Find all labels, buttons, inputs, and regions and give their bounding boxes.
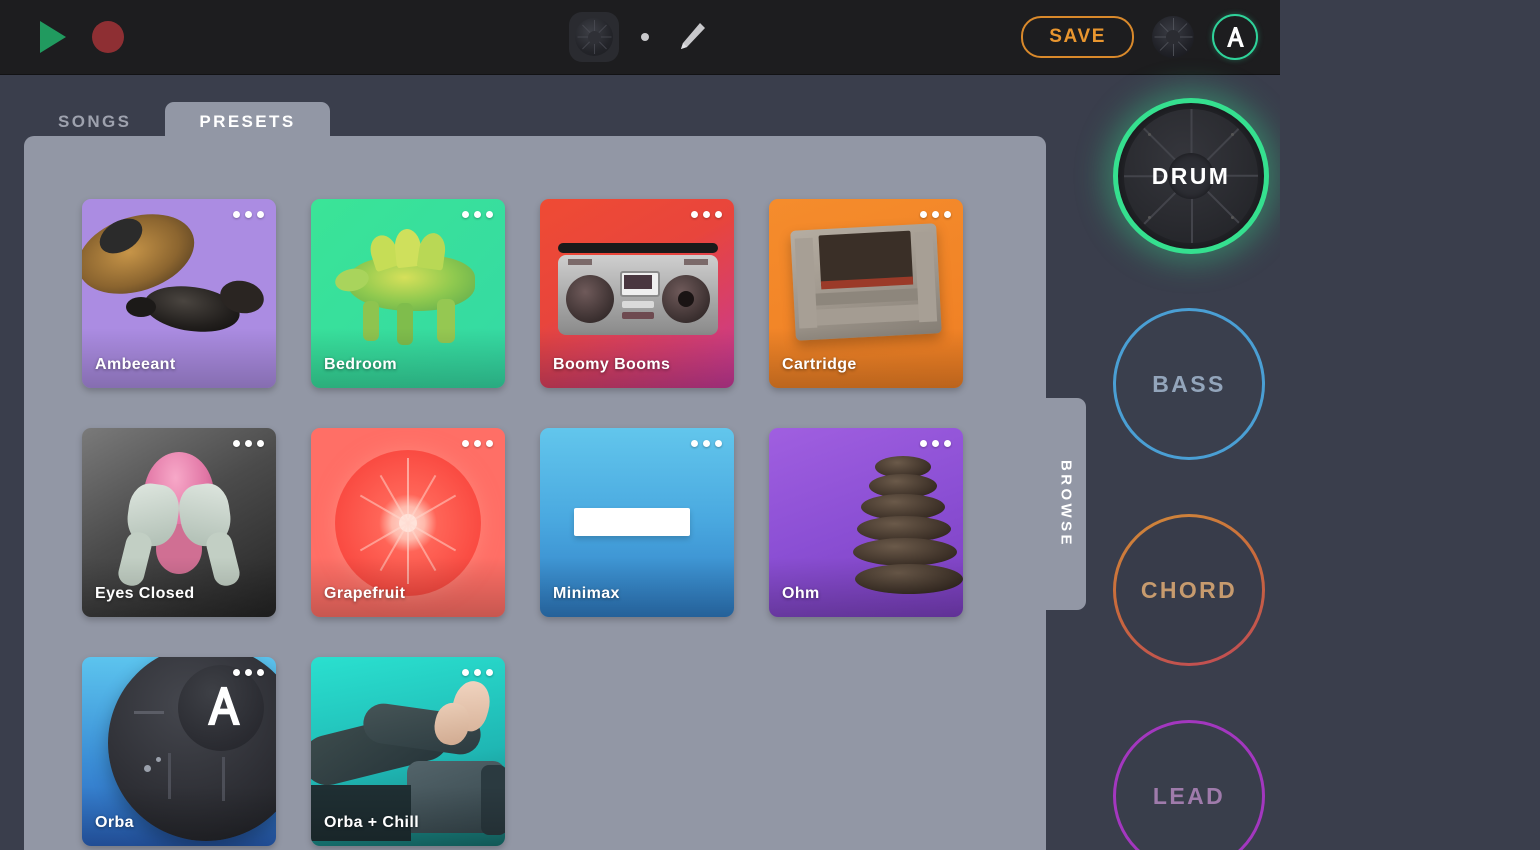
- preset-card[interactable]: Cartridge: [769, 199, 963, 388]
- preset-menu-button[interactable]: [691, 211, 722, 218]
- preset-card[interactable]: Orba + Chill: [311, 657, 505, 846]
- app-window: SAVE SONGS PRESETS BROWSE Ambeeant Bedro…: [0, 0, 1280, 850]
- preset-name: Ohm: [782, 585, 820, 602]
- preset-menu-button[interactable]: [233, 440, 264, 447]
- preset-name: Orba: [95, 814, 134, 831]
- preset-card[interactable]: Eyes Closed: [82, 428, 276, 617]
- preset-name: Minimax: [553, 585, 620, 602]
- instrument-label: LEAD: [1152, 782, 1226, 809]
- preset-menu-button[interactable]: [920, 440, 951, 447]
- preset-name: Cartridge: [782, 356, 857, 373]
- preset-menu-button[interactable]: [920, 211, 951, 218]
- browse-tab[interactable]: BROWSE: [1046, 398, 1086, 610]
- preset-menu-button[interactable]: [233, 669, 264, 676]
- record-button[interactable]: [92, 21, 124, 53]
- instrument-selector: DRUM BASS CHORD LEAD: [1113, 98, 1269, 850]
- orba-wheel-icon[interactable]: [1152, 16, 1194, 58]
- preset-card[interactable]: Boomy Booms: [540, 199, 734, 388]
- presets-panel: Ambeeant Bedroom Boomy Booms Cartridge E…: [24, 136, 1046, 850]
- artiphon-logo-icon: [207, 686, 241, 726]
- preset-card[interactable]: Ohm: [769, 428, 963, 617]
- preset-card[interactable]: Bedroom: [311, 199, 505, 388]
- preset-card[interactable]: Orba: [82, 657, 276, 846]
- presets-grid: Ambeeant Bedroom Boomy Booms Cartridge E…: [82, 199, 963, 846]
- preset-menu-button[interactable]: [462, 440, 493, 447]
- preset-name: Boomy Booms: [553, 356, 671, 373]
- preset-menu-button[interactable]: [691, 440, 722, 447]
- play-button[interactable]: [40, 21, 66, 53]
- transport-controls: [40, 0, 124, 74]
- connection-dot-icon: [641, 33, 649, 41]
- instrument-bass[interactable]: BASS: [1113, 308, 1265, 460]
- instrument-lead[interactable]: LEAD: [1113, 720, 1265, 850]
- toolbar: SAVE: [0, 0, 1280, 75]
- preset-card[interactable]: Grapefruit: [311, 428, 505, 617]
- preset-name: Eyes Closed: [95, 585, 195, 602]
- orba-pad-glyph: [575, 18, 613, 56]
- preset-name: Ambeeant: [95, 356, 176, 373]
- preset-menu-button[interactable]: [233, 211, 264, 218]
- artiphon-logo-icon: [1227, 27, 1244, 47]
- instrument-chord[interactable]: CHORD: [1113, 514, 1265, 666]
- app-root: SAVE SONGS PRESETS BROWSE Ambeeant Bedro…: [0, 0, 1540, 850]
- instrument-label: CHORD: [1140, 576, 1238, 603]
- save-button[interactable]: SAVE: [1021, 16, 1134, 58]
- preset-menu-button[interactable]: [462, 669, 493, 676]
- orba-device-icon[interactable]: [569, 12, 619, 62]
- preset-name: Orba + Chill: [324, 814, 420, 831]
- toolbar-right: SAVE: [1021, 0, 1258, 74]
- preset-card[interactable]: Ambeeant: [82, 199, 276, 388]
- instrument-label: DRUM: [1151, 162, 1231, 189]
- instrument-drum[interactable]: DRUM: [1113, 98, 1269, 254]
- avatar[interactable]: [1212, 14, 1258, 60]
- preset-name: Bedroom: [324, 356, 398, 373]
- preset-card[interactable]: Minimax: [540, 428, 734, 617]
- preset-name: Grapefruit: [324, 585, 406, 602]
- pencil-icon[interactable]: [671, 17, 711, 57]
- instrument-label: BASS: [1152, 370, 1226, 397]
- preset-menu-button[interactable]: [462, 211, 493, 218]
- browse-tab-label: BROWSE: [1057, 460, 1075, 548]
